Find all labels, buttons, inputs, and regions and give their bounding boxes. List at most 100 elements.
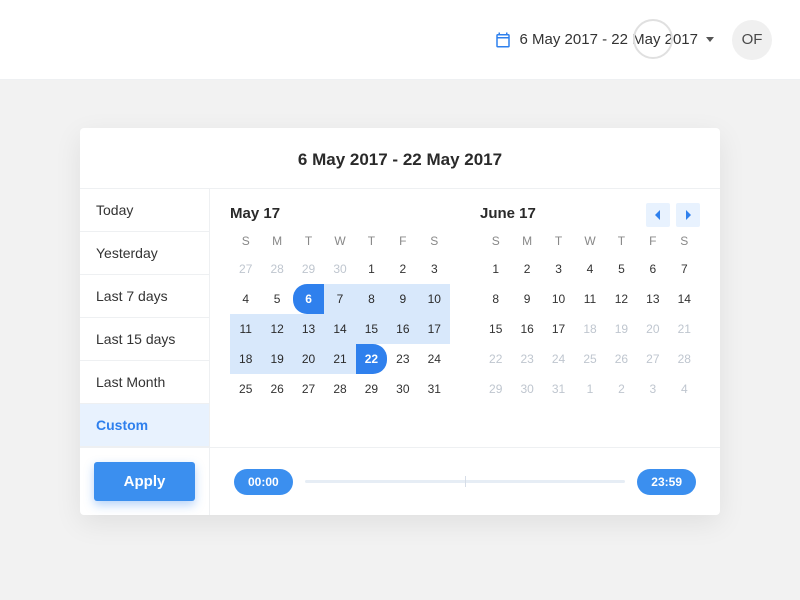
calendar-day[interactable]: 28 — [669, 344, 700, 374]
time-range-slider[interactable]: 00:00 23:59 — [210, 448, 720, 515]
calendar-day[interactable]: 3 — [637, 374, 668, 404]
calendar-day[interactable]: 16 — [387, 314, 418, 344]
month-label-left: May 17 — [230, 205, 280, 222]
calendar-day[interactable]: 20 — [637, 314, 668, 344]
preset-last-month[interactable]: Last Month — [80, 361, 209, 404]
dow-label: F — [387, 234, 418, 248]
calendar-day[interactable]: 17 — [419, 314, 450, 344]
calendar-day[interactable]: 8 — [480, 284, 511, 314]
calendar-day[interactable]: 19 — [261, 344, 292, 374]
calendar-day[interactable]: 23 — [387, 344, 418, 374]
calendar-day[interactable]: 30 — [324, 254, 355, 284]
calendar-day[interactable]: 3 — [543, 254, 574, 284]
topbar: 6 May 2017 - 22 May 2017 OF — [0, 0, 800, 80]
calendar-day[interactable]: 14 — [669, 284, 700, 314]
calendar-day[interactable]: 25 — [574, 344, 605, 374]
calendar-day[interactable]: 27 — [637, 344, 668, 374]
dow-label: S — [669, 234, 700, 248]
calendar-day[interactable]: 18 — [230, 344, 261, 374]
calendar-day[interactable]: 29 — [356, 374, 387, 404]
next-month-button[interactable] — [676, 203, 700, 227]
calendar-day[interactable]: 11 — [574, 284, 605, 314]
time-end-pill: 23:59 — [637, 469, 696, 495]
calendar-day[interactable]: 27 — [230, 254, 261, 284]
calendar-day[interactable]: 21 — [669, 314, 700, 344]
calendar-day[interactable]: 1 — [356, 254, 387, 284]
calendar-day[interactable]: 26 — [606, 344, 637, 374]
calendar-day[interactable]: 20 — [293, 344, 324, 374]
date-range-panel: 6 May 2017 - 22 May 2017 TodayYesterdayL… — [80, 128, 720, 515]
dow-label: T — [293, 234, 324, 248]
calendar-day[interactable]: 1 — [480, 254, 511, 284]
calendar-day[interactable]: 7 — [324, 284, 355, 314]
calendar-day[interactable]: 5 — [606, 254, 637, 284]
calendar-day[interactable]: 10 — [419, 284, 450, 314]
dow-label: T — [356, 234, 387, 248]
calendar-day[interactable]: 15 — [356, 314, 387, 344]
preset-yesterday[interactable]: Yesterday — [80, 232, 209, 275]
preset-last-15-days[interactable]: Last 15 days — [80, 318, 209, 361]
calendar-day[interactable]: 28 — [261, 254, 292, 284]
preset-today[interactable]: Today — [80, 189, 209, 232]
calendar-day[interactable]: 21 — [324, 344, 355, 374]
calendar-day[interactable]: 18 — [574, 314, 605, 344]
calendar-day[interactable]: 22 — [480, 344, 511, 374]
calendar-day[interactable]: 29 — [480, 374, 511, 404]
calendar-day[interactable]: 29 — [293, 254, 324, 284]
calendar-day[interactable]: 16 — [511, 314, 542, 344]
calendar-day[interactable]: 9 — [387, 284, 418, 314]
avatar[interactable]: OF — [732, 20, 772, 60]
calendar-day[interactable]: 6 — [637, 254, 668, 284]
calendar-day[interactable]: 10 — [543, 284, 574, 314]
calendar-day[interactable]: 12 — [606, 284, 637, 314]
calendar-day[interactable]: 15 — [480, 314, 511, 344]
calendar-day[interactable]: 17 — [543, 314, 574, 344]
calendar-day[interactable]: 2 — [511, 254, 542, 284]
calendar-day[interactable]: 31 — [419, 374, 450, 404]
calendar-day[interactable]: 8 — [356, 284, 387, 314]
calendar-day[interactable]: 28 — [324, 374, 355, 404]
calendar-day[interactable]: 30 — [511, 374, 542, 404]
preset-custom[interactable]: Custom — [80, 404, 209, 447]
calendar-day[interactable]: 30 — [387, 374, 418, 404]
time-start-pill: 00:00 — [234, 469, 293, 495]
calendar-left: May 17 SMTWTFS 2728293012345678910111213… — [230, 205, 450, 439]
calendar-day[interactable]: 22 — [356, 344, 387, 374]
calendar-day[interactable]: 11 — [230, 314, 261, 344]
date-range-trigger[interactable]: 6 May 2017 - 22 May 2017 — [494, 31, 714, 49]
calendar-day[interactable]: 4 — [574, 254, 605, 284]
calendar-day[interactable]: 12 — [261, 314, 292, 344]
dow-label: W — [574, 234, 605, 248]
calendar-day[interactable]: 31 — [543, 374, 574, 404]
calendar-day[interactable]: 4 — [230, 284, 261, 314]
slider-track[interactable] — [305, 480, 626, 483]
calendar-day[interactable]: 9 — [511, 284, 542, 314]
calendar-day[interactable]: 19 — [606, 314, 637, 344]
calendar-day[interactable]: 1 — [574, 374, 605, 404]
calendar-day[interactable]: 6 — [293, 284, 324, 314]
calendar-day[interactable]: 14 — [324, 314, 355, 344]
dow-label: M — [261, 234, 292, 248]
dow-label: S — [230, 234, 261, 248]
preset-last-7-days[interactable]: Last 7 days — [80, 275, 209, 318]
calendar-day[interactable]: 24 — [543, 344, 574, 374]
calendar-day[interactable]: 26 — [261, 374, 292, 404]
apply-button[interactable]: Apply — [94, 462, 195, 501]
calendar-day[interactable]: 13 — [293, 314, 324, 344]
calendar-day[interactable]: 7 — [669, 254, 700, 284]
calendar-day[interactable]: 2 — [606, 374, 637, 404]
prev-month-button[interactable] — [646, 203, 670, 227]
calendar-day[interactable]: 25 — [230, 374, 261, 404]
calendar-day[interactable]: 3 — [419, 254, 450, 284]
calendar-day[interactable]: 23 — [511, 344, 542, 374]
calendar-day[interactable]: 4 — [669, 374, 700, 404]
month-nav — [646, 203, 700, 227]
dow-label: S — [480, 234, 511, 248]
calendar-day[interactable]: 5 — [261, 284, 292, 314]
calendar-day[interactable]: 27 — [293, 374, 324, 404]
month-label-right: June 17 — [480, 205, 536, 222]
calendar-day[interactable]: 24 — [419, 344, 450, 374]
calendar-day[interactable]: 13 — [637, 284, 668, 314]
calendars: May 17 SMTWTFS 2728293012345678910111213… — [210, 189, 720, 447]
calendar-day[interactable]: 2 — [387, 254, 418, 284]
